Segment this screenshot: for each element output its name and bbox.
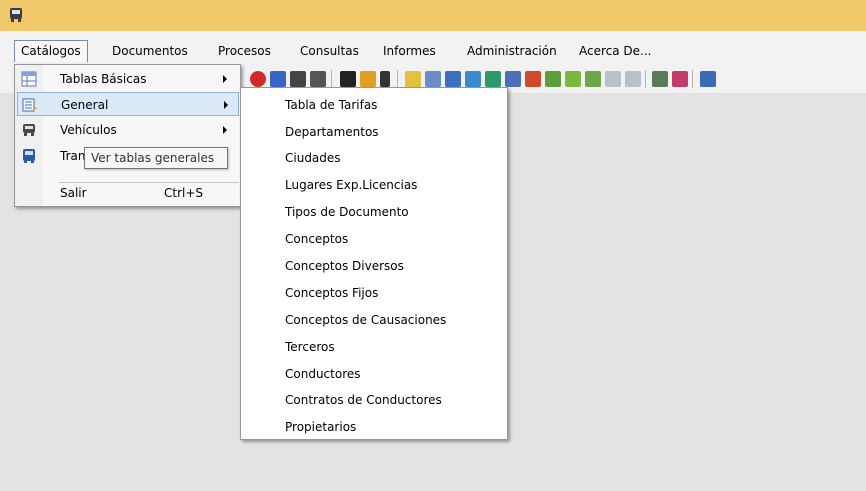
table-grid-icon	[21, 71, 37, 87]
submenu-item-conceptos-fijos[interactable]: Conceptos Fijos	[285, 280, 378, 306]
window-icon[interactable]	[465, 71, 481, 87]
chart-icon[interactable]	[485, 71, 501, 87]
catalogos-dropdown: Tablas Básicas General Vehículos Tran Sa…	[14, 64, 241, 207]
map-icon[interactable]	[525, 71, 541, 87]
menu-item-salir[interactable]: Salir Ctrl+S	[17, 181, 239, 205]
menu-item-label: Vehículos	[60, 123, 117, 137]
person-icon[interactable]	[652, 71, 668, 87]
menu-item-vehiculos[interactable]: Vehículos	[17, 118, 239, 142]
font-icon[interactable]	[340, 71, 356, 87]
submenu-arrow-icon	[224, 101, 228, 109]
lock-icon[interactable]	[290, 71, 306, 87]
menu-administracion[interactable]: Administración	[461, 40, 563, 62]
toolbar-separator	[645, 70, 646, 88]
menu-item-general[interactable]: General	[17, 92, 239, 116]
submenu-item-conceptos[interactable]: Conceptos	[285, 226, 348, 252]
user-card-icon[interactable]	[505, 71, 521, 87]
calculator-icon[interactable]	[700, 71, 716, 87]
export-icon[interactable]	[672, 71, 688, 87]
tooltip: Ver tablas generales	[84, 147, 228, 169]
bus-icon	[23, 124, 35, 136]
toolbar-separator	[331, 70, 332, 88]
disabled-tool-icon	[605, 71, 621, 87]
submenu-item-conceptos-diversos[interactable]: Conceptos Diversos	[285, 253, 404, 279]
report-icon[interactable]	[425, 71, 441, 87]
menu-shortcut: Ctrl+S	[164, 186, 204, 200]
submenu-item-ciudades[interactable]: Ciudades	[285, 145, 341, 171]
bus-icon	[10, 8, 22, 22]
menu-informes[interactable]: Informes	[377, 40, 442, 62]
bus-icon[interactable]	[310, 71, 326, 87]
submenu-item-lugares-exp-licencias[interactable]: Lugares Exp.Licencias	[285, 172, 417, 198]
menu-acerca-de[interactable]: Acerca De...	[573, 40, 657, 62]
folder-icon[interactable]	[360, 71, 376, 87]
menu-documentos[interactable]: Documentos	[106, 40, 194, 62]
menu-item-label: Tablas Básicas	[60, 72, 147, 86]
submenu-item-terceros[interactable]: Terceros	[285, 334, 335, 360]
edit-icon[interactable]	[545, 71, 561, 87]
title-bar	[0, 0, 866, 31]
menu-procesos[interactable]: Procesos	[212, 40, 277, 62]
stop-icon[interactable]	[250, 71, 266, 87]
menu-consultas[interactable]: Consultas	[294, 40, 365, 62]
submenu-arrow-icon	[223, 75, 227, 83]
general-submenu: Tabla de Tarifas Departamentos Ciudades …	[240, 87, 508, 440]
image-icon[interactable]	[445, 71, 461, 87]
submenu-item-conductores[interactable]: Conductores	[285, 361, 361, 387]
menu-item-tablas-basicas[interactable]: Tablas Básicas	[17, 67, 239, 91]
submenu-item-departamentos[interactable]: Departamentos	[285, 119, 379, 145]
menu-bar: Catálogos Documentos Procesos Consultas …	[0, 31, 866, 65]
pin-icon[interactable]	[380, 71, 390, 87]
submenu-item-propietarios[interactable]: Propietarios	[285, 414, 356, 440]
clipboard-icon[interactable]	[405, 71, 421, 87]
tools-icon[interactable]	[565, 71, 581, 87]
toolbar-separator	[692, 70, 693, 88]
menu-item-label: General	[61, 98, 109, 112]
submenu-arrow-icon	[223, 126, 227, 134]
submenu-item-tipos-de-documento[interactable]: Tipos de Documento	[285, 199, 409, 225]
disabled-tool-icon	[625, 71, 641, 87]
document-icon[interactable]	[270, 71, 286, 87]
submenu-item-conceptos-de-causaciones[interactable]: Conceptos de Causaciones	[285, 307, 446, 333]
menu-item-label: Salir	[60, 186, 87, 200]
submenu-item-tabla-de-tarifas[interactable]: Tabla de Tarifas	[285, 92, 377, 118]
toolbar-separator	[397, 70, 398, 88]
menu-catalogos[interactable]: Catálogos	[14, 40, 88, 62]
bus-blue-icon	[23, 149, 35, 163]
money-icon[interactable]	[585, 71, 601, 87]
menu-item-label: Tran	[60, 149, 86, 163]
list-doc-icon	[22, 98, 37, 112]
submenu-item-contratos-de-conductores[interactable]: Contratos de Conductores	[285, 387, 442, 413]
